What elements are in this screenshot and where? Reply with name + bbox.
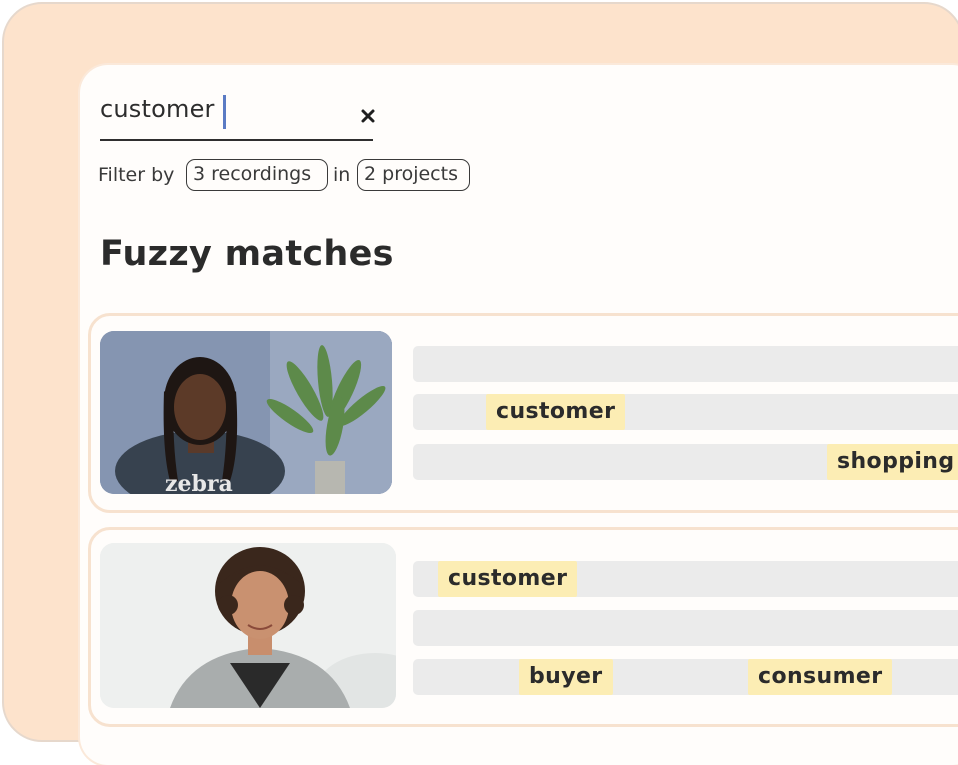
match-highlight[interactable]: consumer [748,659,893,695]
match-highlight[interactable]: shopping [827,444,958,480]
shirt-text: zebra [165,471,233,494]
search-underline [100,139,373,141]
match-highlight[interactable]: customer [438,561,578,597]
recordings-filter-button[interactable]: 3 recordings [186,159,328,191]
transcript-line [413,610,958,646]
transcript-line [413,346,958,382]
filter-label: Filter by [98,164,175,186]
text-caret [223,95,226,129]
recording-thumbnail[interactable] [100,543,396,708]
projects-filter-button[interactable]: 2 projects [357,159,470,191]
match-highlight[interactable]: customer [486,394,626,430]
clear-icon[interactable] [358,106,378,126]
filter-in-label: in [333,164,351,186]
recording-thumbnail[interactable]: zebra [100,331,392,494]
match-highlight[interactable]: buyer [519,659,613,695]
search-input[interactable]: customer [100,95,215,123]
section-title: Fuzzy matches [100,234,394,274]
